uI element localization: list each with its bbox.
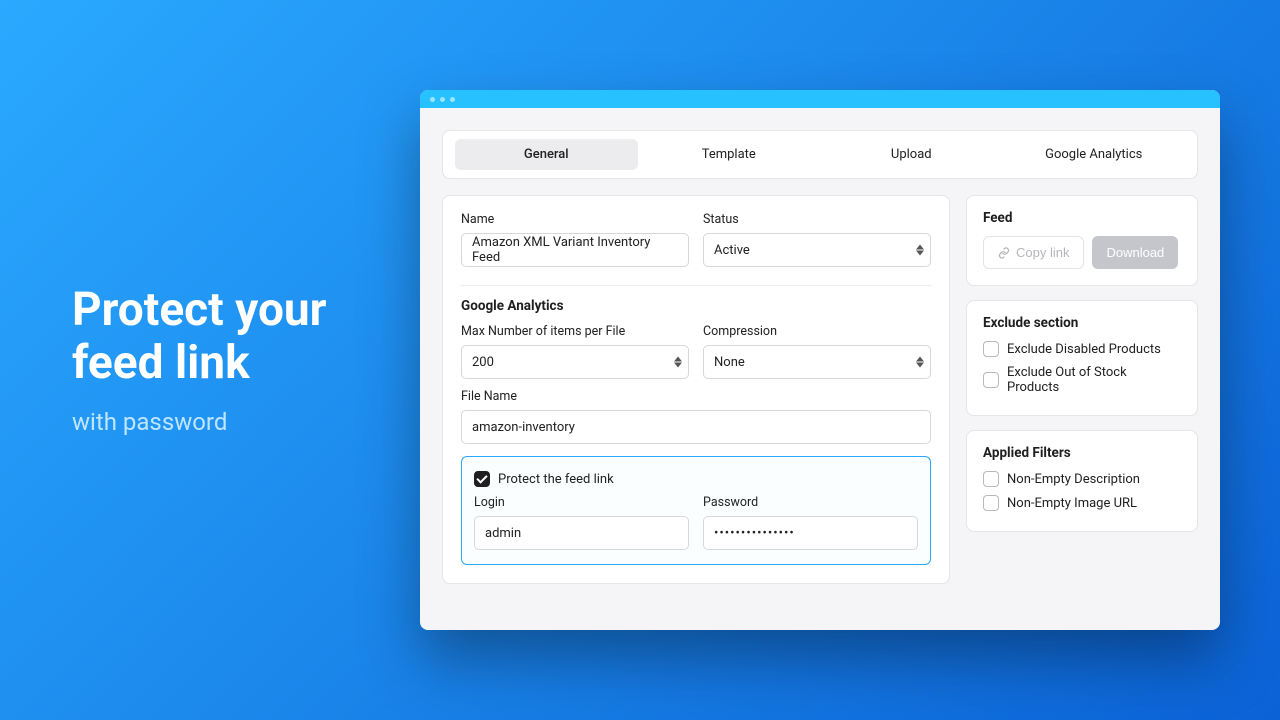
ga-section-title: Google Analytics [461, 298, 931, 314]
hero-subtitle: with password [72, 408, 400, 436]
filter-nonempty-image-checkbox[interactable] [983, 495, 999, 511]
exclude-oos-checkbox[interactable] [983, 372, 999, 388]
tab-upload[interactable]: Upload [820, 139, 1003, 170]
link-icon [998, 247, 1010, 259]
traffic-light-dot [430, 97, 435, 102]
hero: Protect your feed link with password [0, 284, 400, 436]
chevron-updown-icon [916, 357, 924, 368]
filename-input[interactable]: amazon-inventory [461, 410, 931, 444]
exclude-card: Exclude section Exclude Disabled Product… [966, 300, 1198, 416]
status-select[interactable]: Active [703, 233, 931, 267]
chevron-updown-icon [674, 357, 682, 368]
protect-feed-checkbox[interactable] [474, 471, 490, 487]
status-label: Status [703, 212, 931, 227]
login-input[interactable]: admin [474, 516, 689, 550]
feed-card: Feed Copy link Download [966, 195, 1198, 286]
compression-select[interactable]: None [703, 345, 931, 379]
traffic-light-dot [450, 97, 455, 102]
hero-title: Protect your feed link [72, 284, 400, 390]
protect-feed-label: Protect the feed link [498, 472, 614, 487]
chevron-updown-icon [916, 245, 924, 256]
filter-item-label: Non-Empty Image URL [1007, 496, 1137, 511]
password-label: Password [703, 495, 918, 510]
window-content: General Template Upload Google Analytics… [420, 108, 1220, 606]
name-label: Name [461, 212, 689, 227]
filters-card-title: Applied Filters [983, 445, 1181, 461]
max-items-select[interactable]: 200 [461, 345, 689, 379]
compression-label: Compression [703, 324, 931, 339]
exclude-item-label: Exclude Disabled Products [1007, 342, 1161, 357]
name-input[interactable]: Amazon XML Variant Inventory Feed [461, 233, 689, 267]
tab-template[interactable]: Template [638, 139, 821, 170]
tab-google-analytics[interactable]: Google Analytics [1003, 139, 1186, 170]
filename-label: File Name [461, 389, 931, 404]
app-window: General Template Upload Google Analytics… [420, 90, 1220, 630]
max-items-label: Max Number of items per File [461, 324, 689, 339]
download-button[interactable]: Download [1092, 236, 1178, 269]
filter-nonempty-desc-checkbox[interactable] [983, 471, 999, 487]
divider [461, 285, 931, 286]
tab-general[interactable]: General [455, 139, 638, 170]
tabs-bar: General Template Upload Google Analytics [442, 130, 1198, 179]
feed-card-title: Feed [983, 210, 1181, 226]
filters-card: Applied Filters Non-Empty Description No… [966, 430, 1198, 532]
exclude-item-label: Exclude Out of Stock Products [1007, 365, 1181, 395]
window-titlebar [420, 90, 1220, 108]
exclude-card-title: Exclude section [983, 315, 1181, 331]
filter-item-label: Non-Empty Description [1007, 472, 1140, 487]
protect-feed-box: Protect the feed link Login admin Passwo… [461, 456, 931, 565]
password-input[interactable]: ••••••••••••••• [703, 516, 918, 550]
exclude-disabled-checkbox[interactable] [983, 341, 999, 357]
main-settings-card: Name Amazon XML Variant Inventory Feed S… [442, 195, 950, 584]
login-label: Login [474, 495, 689, 510]
traffic-light-dot [440, 97, 445, 102]
copy-link-button[interactable]: Copy link [983, 236, 1084, 269]
